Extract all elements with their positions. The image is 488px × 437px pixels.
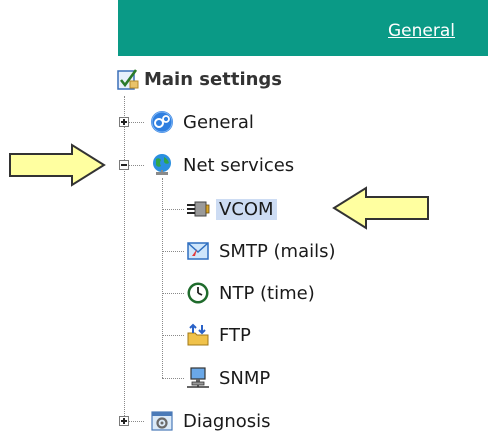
tree-item-smtp[interactable]: SMTP (mails) — [186, 238, 339, 264]
tree-connector — [162, 293, 184, 294]
tree-root-main-settings[interactable]: Main settings — [116, 66, 282, 92]
clock-icon — [186, 281, 210, 305]
tree-connector — [162, 378, 184, 379]
globe-icon — [150, 153, 174, 177]
tree-item-label: FTP — [219, 324, 251, 346]
tree-item-label: SMTP (mails) — [219, 240, 336, 262]
tree-item-label: VCOM — [216, 198, 277, 220]
tree-item-snmp[interactable]: SNMP — [186, 365, 273, 391]
tree-item-label: SNMP — [219, 367, 271, 389]
tree-item-ftp[interactable]: FTP — [186, 322, 254, 348]
tree-connector — [162, 335, 184, 336]
expand-general-button[interactable] — [119, 117, 129, 127]
tree-connector — [162, 209, 184, 210]
gears-icon — [150, 110, 174, 134]
tree-connector — [162, 251, 184, 252]
tree-root-label: Main settings — [144, 68, 283, 90]
tree-connector — [124, 96, 125, 422]
tree-item-label: Diagnosis — [183, 410, 271, 432]
tree-item-label: Net services — [183, 154, 295, 176]
ftp-folder-icon — [186, 323, 210, 347]
tree-item-label: NTP (time) — [219, 282, 315, 304]
settings-checklist-icon — [116, 67, 140, 91]
network-computer-icon — [186, 366, 210, 390]
tree-item-label: General — [183, 111, 254, 133]
tree-item-vcom[interactable]: VCOM — [186, 196, 277, 222]
mail-server-icon — [186, 239, 210, 263]
tree-item-general[interactable]: General — [150, 109, 257, 135]
diagnosis-icon — [150, 409, 174, 433]
serial-connector-icon — [186, 197, 210, 221]
tree-item-ntp[interactable]: NTP (time) — [186, 280, 318, 306]
collapse-net-services-button[interactable] — [119, 160, 129, 170]
tree-item-diagnosis[interactable]: Diagnosis — [150, 408, 274, 434]
tree-connector — [162, 178, 163, 378]
tree-item-net-services[interactable]: Net services — [150, 152, 297, 178]
expand-diagnosis-button[interactable] — [119, 416, 129, 426]
right-pointing-arrow-icon — [9, 143, 106, 187]
left-pointing-arrow-icon — [332, 186, 429, 230]
